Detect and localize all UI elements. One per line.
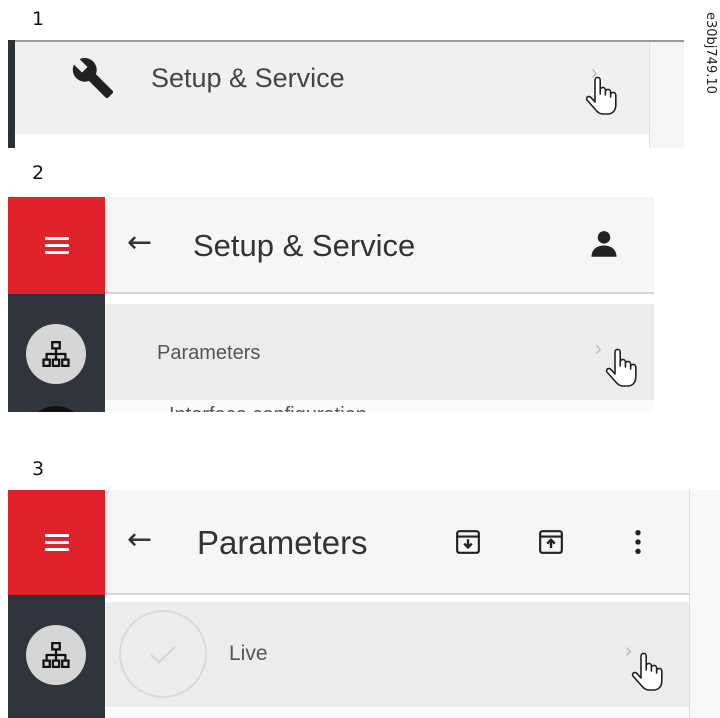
hamburger-icon	[45, 237, 69, 255]
step-number-3: 3	[32, 458, 45, 480]
list-item-live[interactable]: Live ›	[105, 602, 689, 707]
step-3-panel: ← Parameters Live ›	[8, 490, 720, 718]
page-title: Parameters	[197, 524, 368, 561]
list-item-interface-configuration[interactable]: Interface configuration	[105, 400, 654, 412]
hamburger-icon	[45, 534, 69, 552]
nav-rail	[8, 595, 105, 718]
hand-pointer-icon	[605, 348, 637, 387]
chevron-right-icon: ›	[595, 338, 602, 360]
back-arrow-icon[interactable]: ←	[127, 522, 152, 557]
user-icon[interactable]	[589, 227, 619, 259]
content-edge	[689, 490, 720, 718]
step-number-2: 2	[32, 162, 45, 184]
wrench-icon	[72, 58, 114, 99]
app-header: ← Setup & Service	[105, 197, 654, 294]
nav-rail	[8, 294, 105, 412]
list-spacer	[105, 707, 689, 718]
network-icon	[42, 341, 70, 367]
content-edge	[649, 42, 684, 148]
hand-pointer-icon	[585, 76, 617, 115]
step-2-panel: ← Setup & Service Parameters › Interface…	[8, 197, 654, 412]
list-item-label: Live	[229, 642, 268, 665]
back-arrow-icon[interactable]: ←	[127, 225, 152, 260]
step-1-panel: Setup & Service ›	[8, 40, 684, 148]
rail-item-network[interactable]	[26, 625, 86, 685]
check-circle-icon	[150, 646, 176, 664]
menu-button[interactable]	[8, 490, 105, 595]
list-item-parameters[interactable]: Parameters ›	[105, 304, 654, 400]
list-item-label: Parameters	[157, 342, 261, 364]
figure-id: e30bj749.10	[703, 12, 718, 94]
page-title: Setup & Service	[193, 228, 416, 263]
network-icon	[42, 642, 70, 668]
rail-item-secondary[interactable]	[26, 406, 86, 412]
menu-button[interactable]	[8, 197, 105, 294]
rail-item-network[interactable]	[26, 324, 86, 384]
step-number-1: 1	[32, 8, 45, 30]
hand-pointer-icon	[631, 652, 663, 691]
app-header: ← Parameters	[105, 490, 689, 595]
menu-item-label: Setup & Service	[151, 63, 345, 93]
more-vert-icon[interactable]	[632, 528, 644, 556]
list-item-label: Interface configuration	[169, 404, 367, 412]
menu-item-setup-service[interactable]: Setup & Service ›	[15, 42, 649, 134]
selection-accent	[8, 40, 15, 148]
check-circle	[119, 610, 207, 698]
download-box-icon[interactable]	[455, 529, 481, 555]
upload-box-icon[interactable]	[538, 529, 564, 555]
